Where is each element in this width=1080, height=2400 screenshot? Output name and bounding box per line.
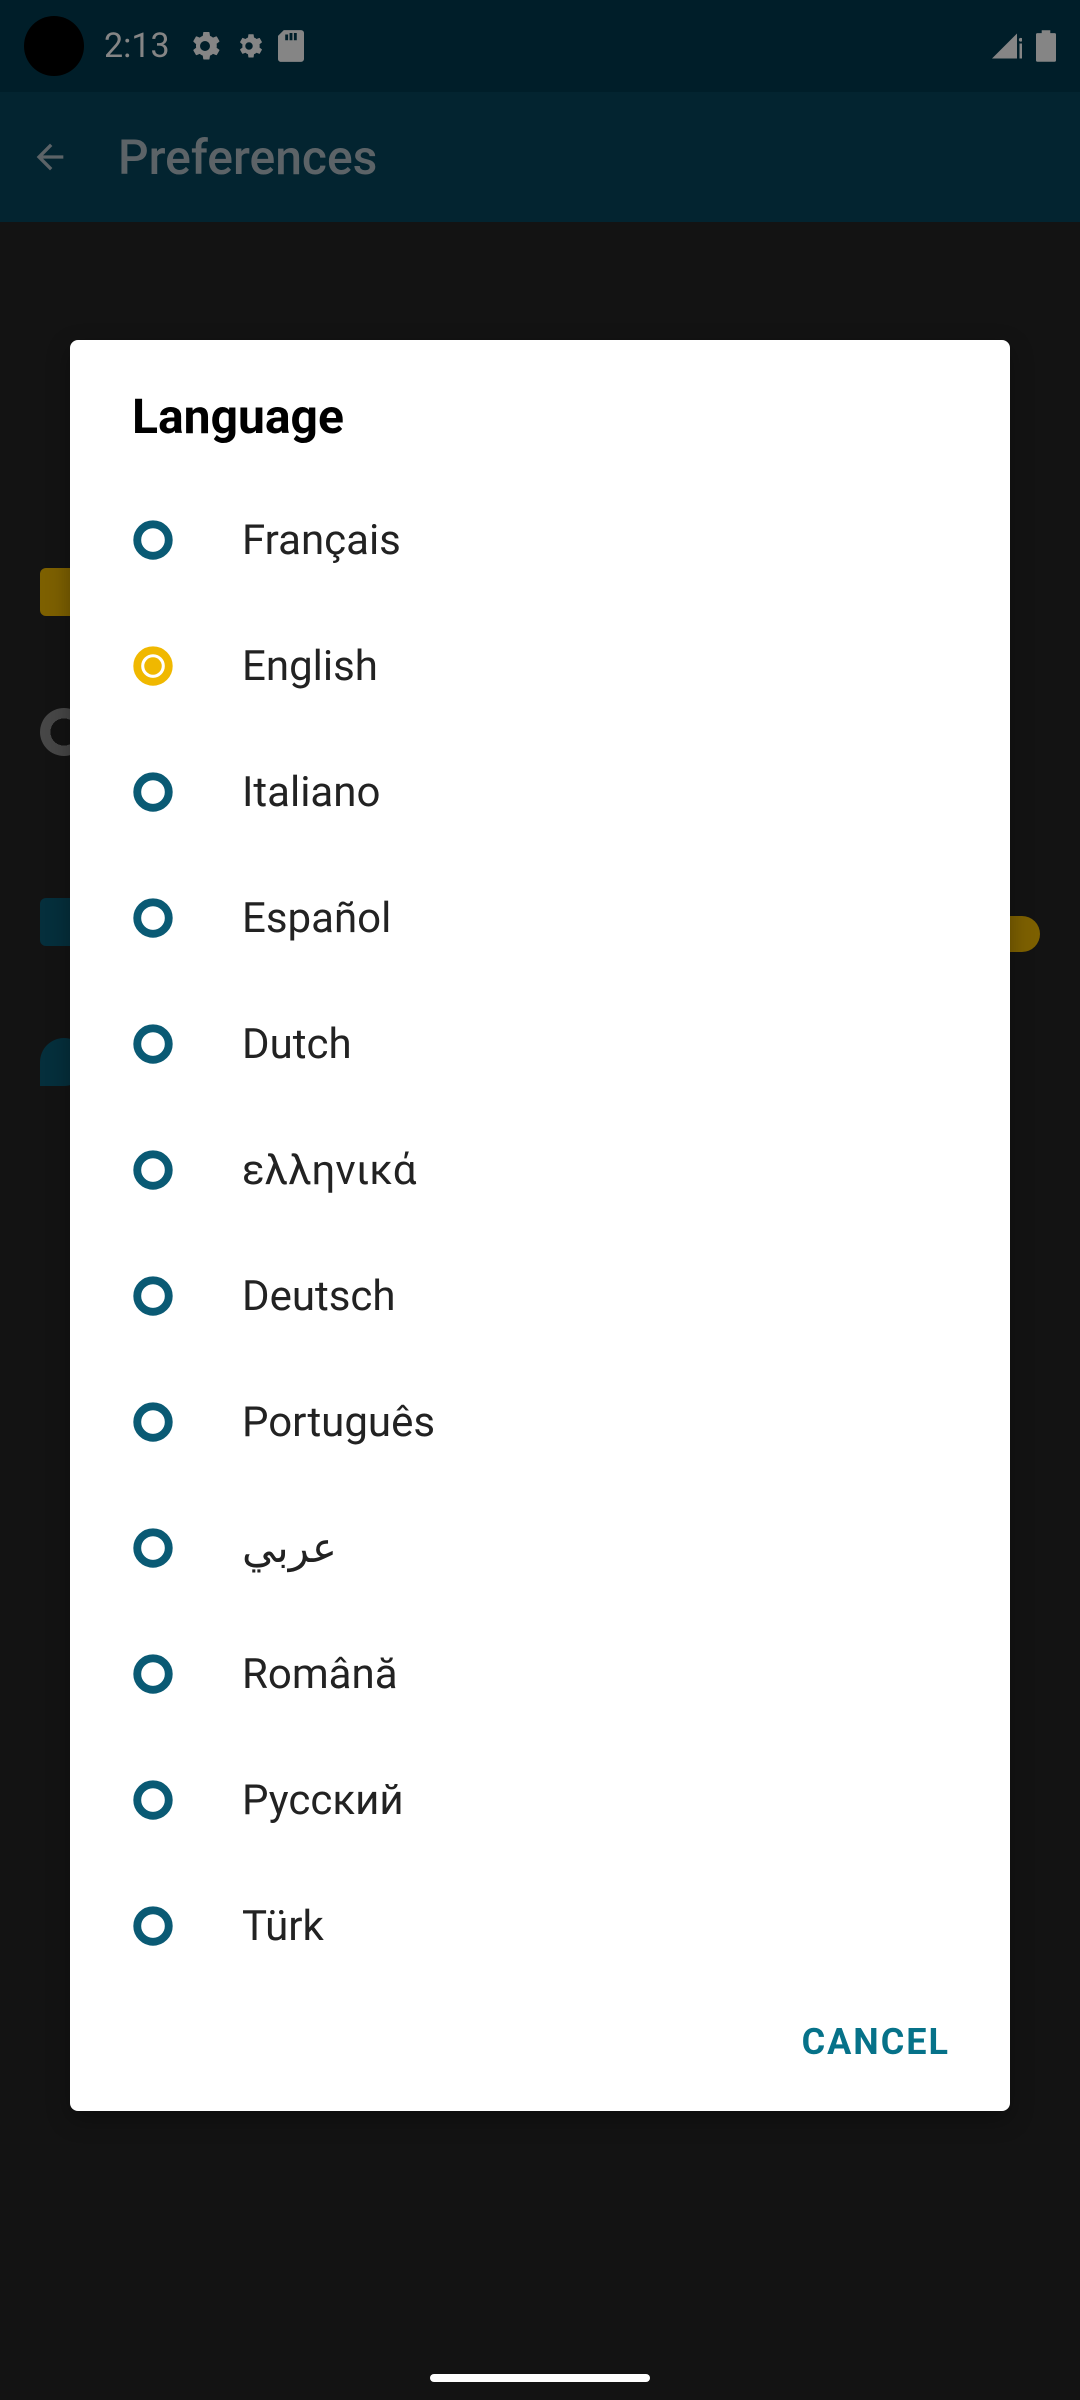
dialog-footer: CANCEL <box>70 1989 1010 2091</box>
language-option-label: Deutsch <box>242 1272 396 1321</box>
language-option[interactable]: Deutsch <box>70 1233 1010 1359</box>
radio-unselected-icon <box>132 1401 174 1443</box>
language-option-label: Русский <box>242 1776 404 1825</box>
radio-unselected-icon <box>132 771 174 813</box>
language-option[interactable]: Italiano <box>70 729 1010 855</box>
language-option-label: Español <box>242 894 391 943</box>
language-option[interactable]: Русский <box>70 1737 1010 1863</box>
language-option-label: English <box>242 642 378 691</box>
radio-unselected-icon <box>132 519 174 561</box>
radio-unselected-icon <box>132 897 174 939</box>
language-option[interactable]: Português <box>70 1359 1010 1485</box>
modal-overlay[interactable]: Language Français English Italiano Español D… <box>0 0 1080 2400</box>
language-option-label: Română <box>242 1650 398 1699</box>
language-option-label: عربي <box>242 1523 337 1573</box>
language-option-label: Türk <box>242 1902 324 1951</box>
language-options-list[interactable]: Français English Italiano Español Dutch ελλην… <box>70 477 1010 1989</box>
language-option[interactable]: Türk <box>70 1863 1010 1989</box>
nav-home-indicator[interactable] <box>430 2374 650 2382</box>
radio-unselected-icon <box>132 1275 174 1317</box>
radio-unselected-icon <box>132 1527 174 1569</box>
language-option-label: Dutch <box>242 1020 352 1069</box>
radio-unselected-icon <box>132 1023 174 1065</box>
language-option[interactable]: ελληνικά <box>70 1107 1010 1233</box>
radio-selected-icon <box>132 645 174 687</box>
language-option[interactable]: Español <box>70 855 1010 981</box>
cancel-button[interactable]: CANCEL <box>792 2005 960 2079</box>
radio-unselected-icon <box>132 1905 174 1947</box>
radio-unselected-icon <box>132 1149 174 1191</box>
language-option[interactable]: Română <box>70 1611 1010 1737</box>
language-option-label: ελληνικά <box>242 1146 416 1195</box>
language-option[interactable]: Dutch <box>70 981 1010 1107</box>
language-dialog: Language Français English Italiano Español D… <box>70 340 1010 2111</box>
language-option[interactable]: عربي <box>70 1485 1010 1611</box>
language-option[interactable]: Français <box>70 477 1010 603</box>
radio-unselected-icon <box>132 1653 174 1695</box>
dialog-title: Language <box>70 388 1010 477</box>
language-option-label: Italiano <box>242 768 380 817</box>
radio-unselected-icon <box>132 1779 174 1821</box>
language-option[interactable]: English <box>70 603 1010 729</box>
language-option-label: Português <box>242 1398 435 1447</box>
language-option-label: Français <box>242 516 401 565</box>
